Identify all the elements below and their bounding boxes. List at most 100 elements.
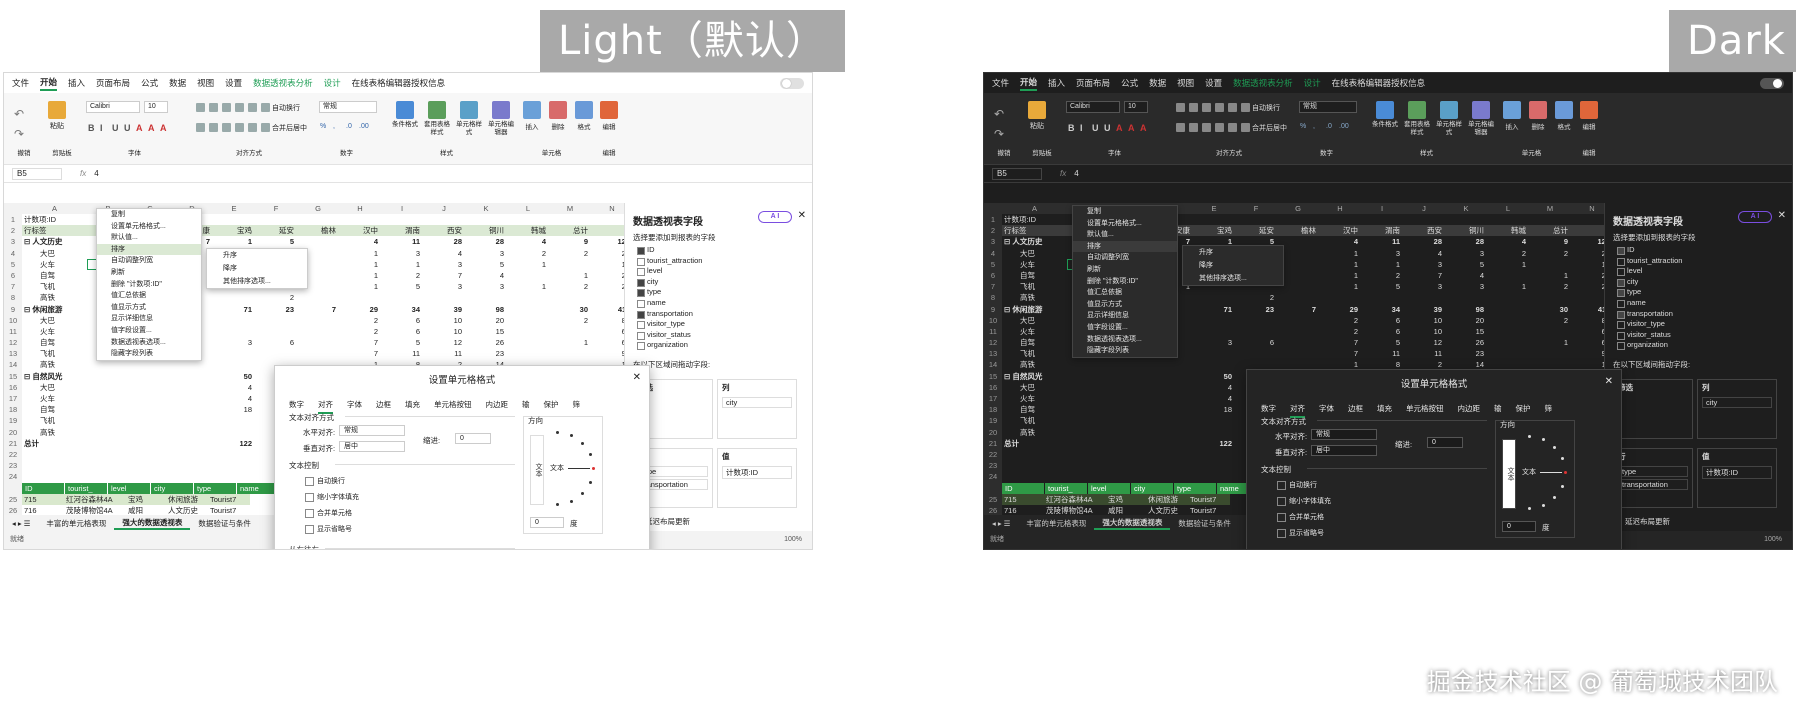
dialog-tab[interactable]: 边框 <box>1348 403 1363 418</box>
align-icon[interactable] <box>209 123 218 132</box>
cell[interactable] <box>1067 404 1109 415</box>
cell[interactable] <box>1002 449 1067 460</box>
table-cell[interactable]: 休闲旅游 <box>1146 493 1188 505</box>
ctx-item-details[interactable]: 显示详细信息 <box>97 313 201 325</box>
cell[interactable]: 6 <box>381 315 423 326</box>
cell[interactable]: 1 <box>1319 248 1361 259</box>
degree-input[interactable]: 0 <box>1502 521 1536 532</box>
menu-item[interactable]: 插入 <box>1048 77 1065 89</box>
wrap-label[interactable]: 自动换行 <box>1252 103 1280 113</box>
column-header[interactable]: G <box>297 203 339 214</box>
menu-item[interactable]: 数据透视表分析 <box>1233 77 1293 89</box>
cell[interactable]: 98 <box>1445 304 1487 315</box>
cell[interactable]: 7 <box>339 337 381 348</box>
field-item[interactable]: ID <box>1613 245 1782 256</box>
column-header[interactable]: G <box>1277 203 1319 214</box>
area-value[interactable]: 计数项:ID <box>1702 466 1772 479</box>
cell[interactable]: 18 <box>213 404 255 415</box>
cell[interactable]: 总计 <box>1002 438 1067 449</box>
cell[interactable]: 4 <box>507 236 549 247</box>
cell[interactable]: 5 <box>1445 259 1487 270</box>
formula-input[interactable]: 4 <box>94 169 98 178</box>
cell[interactable]: 自驾 <box>22 404 87 415</box>
cell[interactable] <box>1235 348 1277 359</box>
menu-item[interactable]: 公式 <box>1121 77 1138 89</box>
dialog-tab[interactable]: 筛 <box>573 399 581 414</box>
cell[interactable] <box>87 460 129 471</box>
cell[interactable] <box>507 326 549 337</box>
cell[interactable] <box>129 449 171 460</box>
cell[interactable]: 1 <box>1319 259 1361 270</box>
cell[interactable]: 2 <box>1487 248 1529 259</box>
menu-item[interactable]: 页面布局 <box>1076 77 1110 89</box>
column-header[interactable]: J <box>423 203 465 214</box>
cell[interactable] <box>255 315 297 326</box>
cell[interactable]: 30 <box>549 304 591 315</box>
align-icon[interactable] <box>196 123 205 132</box>
column-header[interactable]: L <box>1487 203 1529 214</box>
field-item[interactable]: visitor_type <box>633 319 802 330</box>
align-icon[interactable] <box>261 123 270 132</box>
menu-item[interactable]: 文件 <box>12 77 29 89</box>
cell[interactable]: ⊟ 人文历史 <box>1002 236 1067 247</box>
indent-input[interactable]: 0 <box>1427 437 1463 448</box>
cell[interactable]: ⊟ 休闲旅游 <box>1002 304 1067 315</box>
cellfmt-icon[interactable] <box>1472 101 1490 119</box>
cell[interactable]: 韩城 <box>507 225 549 236</box>
field-item[interactable]: transportation <box>1613 309 1782 320</box>
field-item[interactable]: visitor_type <box>1613 319 1782 330</box>
cell[interactable]: 飞机 <box>22 348 87 359</box>
align-icon[interactable] <box>1241 123 1250 132</box>
area-value[interactable]: 计数项:ID <box>722 466 792 479</box>
cell[interactable]: ⊟ 人文历史 <box>22 236 87 247</box>
cell[interactable] <box>213 315 255 326</box>
area-values[interactable]: 值计数项:ID <box>1697 448 1777 508</box>
align-icon[interactable] <box>1202 123 1211 132</box>
cell[interactable] <box>171 415 213 426</box>
cell[interactable] <box>549 326 591 337</box>
cell[interactable]: 3 <box>1445 281 1487 292</box>
cell[interactable] <box>1151 460 1193 471</box>
cell[interactable] <box>171 404 213 415</box>
cell[interactable]: 飞机 <box>1002 348 1067 359</box>
format-icon[interactable]: A <box>136 123 143 133</box>
ctx-item-delete-field[interactable]: 删除 "计数项:ID" <box>1073 276 1177 288</box>
cell[interactable] <box>1109 382 1151 393</box>
defer-update-checkbox[interactable]: 延迟布局更新 <box>1625 516 1670 527</box>
ctx-item-refresh[interactable]: 刷新 <box>97 267 201 279</box>
align-icon[interactable] <box>1215 103 1224 112</box>
cell[interactable]: 大巴 <box>1002 315 1067 326</box>
cell[interactable] <box>213 460 255 471</box>
insert-label[interactable]: 插入 <box>520 121 544 131</box>
cond-label[interactable]: 条件格式 <box>1370 121 1400 129</box>
cell[interactable] <box>22 449 87 460</box>
menu-item[interactable]: 公式 <box>141 77 158 89</box>
cell[interactable] <box>1277 326 1319 337</box>
number-format-select[interactable]: 常规 <box>319 101 377 113</box>
cell[interactable]: 行标签 <box>1002 225 1067 236</box>
ctx-item-hide-list[interactable]: 隐藏字段列表 <box>1073 345 1177 357</box>
column-header[interactable]: H <box>339 203 381 214</box>
cell[interactable]: 西安 <box>423 225 465 236</box>
cell[interactable] <box>297 348 339 359</box>
cell[interactable] <box>87 471 129 482</box>
font-select[interactable]: Calibri <box>1066 101 1120 113</box>
cell[interactable]: 1 <box>339 281 381 292</box>
cell[interactable]: 12 <box>1403 337 1445 348</box>
cell[interactable]: 5 <box>465 259 507 270</box>
sheet-nav-icon[interactable]: ◂ ▸ ☰ <box>984 519 1018 528</box>
cell[interactable]: 26 <box>1445 337 1487 348</box>
cell[interactable]: 7 <box>1319 337 1361 348</box>
cell[interactable]: 4 <box>213 393 255 404</box>
cell[interactable]: 11 <box>381 348 423 359</box>
cell[interactable]: 1 <box>1361 259 1403 270</box>
cell[interactable] <box>129 359 171 370</box>
area-values[interactable]: 值计数项:ID <box>717 448 797 508</box>
cell[interactable]: 10 <box>423 326 465 337</box>
cellstyle-icon[interactable] <box>460 101 478 119</box>
cell[interactable]: 2 <box>549 281 591 292</box>
cell[interactable]: 高铁 <box>22 292 87 303</box>
table-header-cell[interactable]: tourist_ <box>65 482 107 494</box>
tablefmt-label[interactable]: 套用表格样式 <box>1402 121 1432 137</box>
cell[interactable] <box>1277 337 1319 348</box>
